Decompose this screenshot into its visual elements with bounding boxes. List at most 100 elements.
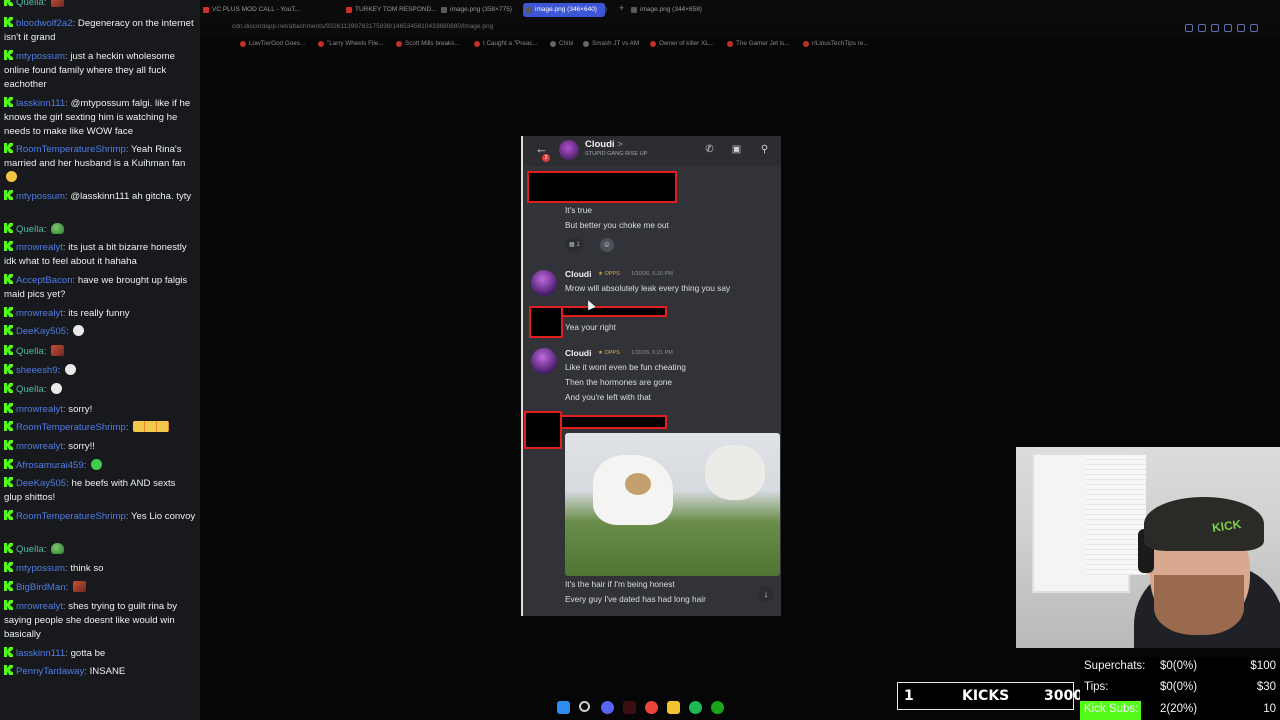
chat-username[interactable]: PennyTardaway: [16, 666, 84, 677]
emote-icon: [51, 345, 65, 356]
chat-username[interactable]: mrowrealyt: [16, 242, 63, 253]
chat-username[interactable]: lasskinn111: [16, 648, 65, 659]
video-icon[interactable]: ▣: [731, 144, 742, 155]
browser-url-bar[interactable]: cdn.discordapp.net/attachments/932611398…: [200, 20, 1280, 38]
chat-username[interactable]: mtypossum: [16, 51, 65, 62]
start-icon[interactable]: [557, 701, 570, 714]
kick-badge-icon: [4, 440, 13, 450]
chat-username[interactable]: RoomTemperatureShrimp: [16, 511, 126, 522]
bookmark-item[interactable]: The Gamer Jet is...: [727, 40, 790, 47]
folder-icon[interactable]: [667, 701, 680, 714]
chat-message: mtypossum: think so: [4, 562, 196, 576]
chat-username[interactable]: mtypossum: [16, 191, 65, 202]
chat-username[interactable]: sheeesh9: [16, 365, 58, 376]
kicks-goal-bar: 1 KICKS 3000: [897, 682, 1083, 710]
bookmarks-bar: LowTierGod Goes... "Larry Wheels File... S…: [200, 38, 1280, 52]
live-chat-panel: Quella: bloodwolf2a2: Degeneracy on the …: [0, 0, 200, 720]
xbox-icon[interactable]: [711, 701, 724, 714]
chat-username[interactable]: AcceptBacon: [16, 275, 73, 286]
menu-icon[interactable]: [1250, 24, 1258, 32]
chat-username[interactable]: DeeKay505: [16, 326, 66, 337]
emote-icon: [51, 543, 65, 554]
chat-username[interactable]: DeeKay505: [16, 478, 66, 489]
kick-badge-icon: [4, 364, 13, 374]
browser-tab[interactable]: image.png (358×775): [438, 3, 512, 17]
chat-username[interactable]: RoomTemperatureShrimp: [16, 144, 126, 155]
chat-username[interactable]: mrowrealyt: [16, 441, 63, 452]
chat-message: mtypossum: just a heckin wholesome onlin…: [4, 50, 175, 90]
chat-username[interactable]: mtypossum: [16, 563, 65, 574]
chat-message: mrowrealyt: its just a bit bizarre hones…: [4, 241, 187, 267]
stream-goals-panel: Superchats: $0(0%) $100 Tips: $0(0%) $30…: [1080, 657, 1280, 720]
superchats-value: $0(0%): [1160, 660, 1198, 672]
chat-username[interactable]: Quella: [16, 0, 44, 8]
dm-header: ← 2 Cloudi > STUPID GANG RISE UP ✆ ▣ ⚲: [523, 136, 781, 166]
browser-tab[interactable]: TURKEY TOM RESPOND...: [343, 3, 437, 17]
bookmark-item[interactable]: LowTierGod Goes...: [240, 40, 305, 47]
chat-message: Quella:: [4, 383, 196, 397]
spotify-icon[interactable]: [689, 701, 702, 714]
chat-username[interactable]: mrowrealyt: [16, 601, 63, 612]
superchats-label: Superchats:: [1084, 660, 1146, 672]
chat-text: @lasskinn111 ah gitcha. tyty: [70, 191, 192, 202]
new-tab-button[interactable]: +: [619, 3, 624, 13]
bookmark-item[interactable]: r/LinusTechTips re...: [803, 40, 868, 47]
kick-badge-icon: [4, 383, 13, 393]
message-text: Yea your right: [565, 322, 616, 332]
chat-username[interactable]: RoomTemperatureShrimp: [16, 422, 126, 433]
dm-subtitle: STUPID GANG RISE UP: [585, 151, 648, 157]
chat-message: bloodwolf2a2: Degeneracy on the internet…: [4, 17, 194, 43]
chat-username[interactable]: Afrosamurai459: [16, 460, 84, 471]
chat-username[interactable]: Quella: [16, 544, 44, 555]
search-icon[interactable]: [579, 701, 590, 712]
message-text: And you're left with that: [565, 392, 651, 402]
kick-badge-icon: [4, 143, 13, 153]
kick-badge-icon: [4, 274, 13, 284]
emote-icon: [51, 383, 63, 394]
bookmark-icon[interactable]: [1211, 24, 1219, 32]
redaction-box: [527, 171, 677, 203]
gif-attachment[interactable]: [565, 433, 780, 576]
search-icon[interactable]: ⚲: [759, 144, 770, 155]
chat-username[interactable]: lasskinn111: [16, 98, 65, 109]
browser-tab[interactable]: VC PLUS MOD CALL - YouT...: [200, 3, 300, 17]
message-text: It's the hair if I'm being honest: [565, 579, 675, 589]
chat-username[interactable]: Quella: [16, 346, 44, 357]
chat-text: sorry!: [68, 404, 93, 415]
reaction-chip[interactable]: ▦ 1: [565, 238, 584, 252]
chat-username[interactable]: BigBirdMan: [16, 582, 66, 593]
kick-badge-icon: [4, 50, 13, 60]
kick-badge-icon: [4, 403, 13, 413]
scroll-down-icon[interactable]: ↓: [758, 586, 774, 602]
discord-icon[interactable]: [601, 701, 614, 714]
kick-badge-icon: [4, 647, 13, 657]
browser-tab[interactable]: image.png (346×640): [523, 3, 605, 17]
bookmark-item[interactable]: I Caught a "Preac...: [474, 40, 538, 47]
bookmark-item[interactable]: "Larry Wheels File...: [318, 40, 383, 47]
extension-icon[interactable]: [1237, 24, 1245, 32]
bookmark-item[interactable]: Scott Mills breaks...: [396, 40, 460, 47]
chat-username[interactable]: mrowrealyt: [16, 404, 63, 415]
kick-badge-icon: [4, 477, 13, 487]
zoom-icon[interactable]: [1185, 24, 1193, 32]
chat-username[interactable]: bloodwolf2a2: [16, 18, 73, 29]
bookmark-item[interactable]: Owner of killer XL...: [650, 40, 714, 47]
phone-icon[interactable]: ✆: [704, 144, 715, 155]
message-author: Cloudi: [565, 348, 592, 358]
bookmark-item[interactable]: Chibi: [550, 40, 573, 47]
chat-username[interactable]: mrowrealyt: [16, 308, 63, 319]
chrome-icon[interactable]: [645, 701, 658, 714]
message-text: Mrow will absolutely leak every thing yo…: [565, 283, 731, 293]
emote-icon: [6, 171, 17, 182]
kicks-goal: 3000: [1044, 688, 1083, 704]
browser-tab[interactable]: image.png (344×658): [628, 3, 702, 17]
kicks-label: KICKS: [962, 688, 1010, 704]
chat-message: mrowrealyt: shes trying to guilt rina by…: [4, 600, 178, 640]
shield-icon[interactable]: [1224, 24, 1232, 32]
bookmark-item[interactable]: Smash JT vs AM: [583, 40, 639, 47]
chat-username[interactable]: Quella: [16, 384, 44, 395]
obs-icon[interactable]: [623, 701, 636, 714]
chat-username[interactable]: Quella: [16, 224, 44, 235]
add-reaction-icon[interactable]: ☺: [600, 238, 614, 252]
share-icon[interactable]: [1198, 24, 1206, 32]
